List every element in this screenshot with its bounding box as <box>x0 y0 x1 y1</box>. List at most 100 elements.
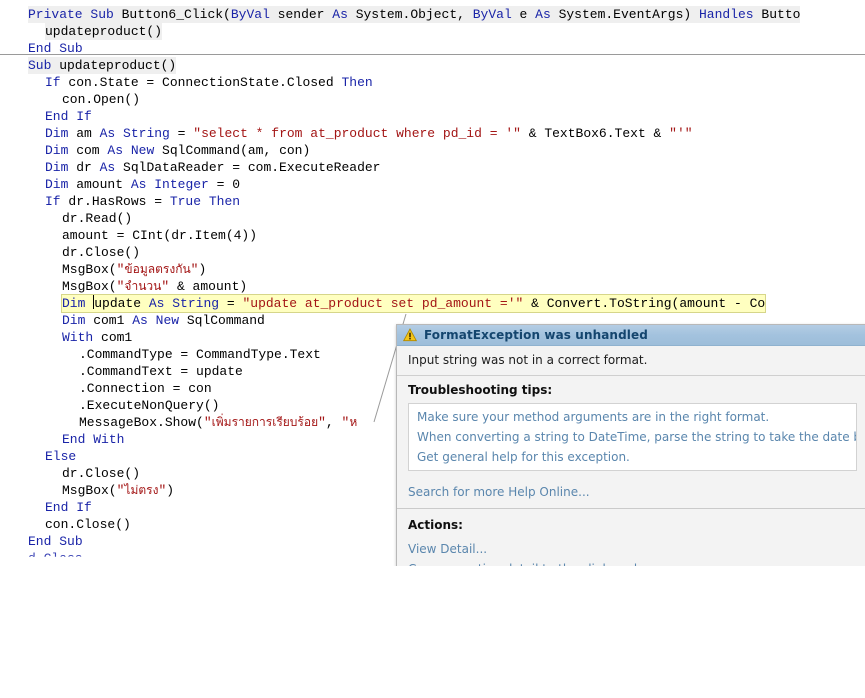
code-line[interactable]: If con.State = ConnectionState.Closed Th… <box>0 74 865 91</box>
code-line-content: amount = CInt(dr.Item(4)) <box>62 227 257 244</box>
code-token: String <box>123 126 170 141</box>
code-line[interactable]: Dim dr As SqlDataReader = com.ExecuteRea… <box>0 159 865 176</box>
search-help-online-link[interactable]: Search for more Help Online... <box>408 485 590 499</box>
code-line[interactable]: Dim amount As Integer = 0 <box>0 176 865 193</box>
troubleshooting-tip-link[interactable]: Make sure your method arguments are in t… <box>409 407 856 427</box>
code-token: Dim <box>45 126 69 141</box>
code-token: MsgBox( <box>62 483 117 498</box>
code-token: ) <box>198 262 207 277</box>
troubleshooting-tips-box[interactable]: Make sure your method arguments are in t… <box>408 403 857 471</box>
code-line[interactable]: MsgBox("จำนวน" & amount) <box>0 278 865 295</box>
code-token: ) <box>166 483 175 498</box>
code-token: As <box>535 7 551 22</box>
code-line[interactable]: MsgBox("ข้อมูลตรงกัน") <box>0 261 865 278</box>
code-line-content: updateproduct() <box>45 23 163 40</box>
code-token: dr.HasRows = <box>60 194 170 209</box>
code-token: If <box>76 109 92 124</box>
troubleshooting-tip-link[interactable]: When converting a string to DateTime, pa… <box>409 427 856 447</box>
code-token: End <box>45 109 69 124</box>
code-token: & amount) <box>169 279 248 294</box>
code-token: .ExecuteNonQuery() <box>79 398 220 413</box>
code-token: As <box>332 7 348 22</box>
view-detail-link[interactable]: View Detail... <box>408 539 857 559</box>
code-line[interactable]: Private Sub Button6_Click(ByVal sender A… <box>0 6 865 23</box>
code-token: , <box>325 415 342 430</box>
code-token: Dim <box>45 177 69 192</box>
code-token: Dim <box>62 296 94 311</box>
code-line-content: If dr.HasRows = True Then <box>45 193 240 210</box>
code-token: Private <box>28 7 83 22</box>
troubleshooting-section: Troubleshooting tips: <box>397 376 865 403</box>
code-line[interactable]: updateproduct() <box>0 23 865 40</box>
code-line[interactable]: dr.Read() <box>0 210 865 227</box>
code-line[interactable]: Dim com As New SqlCommand(am, con) <box>0 142 865 159</box>
code-line-content: Dim update As String = "update at_produc… <box>60 294 767 313</box>
exception-message: Input string was not in a correct format… <box>397 346 865 376</box>
code-line-content: Dim com1 As New SqlCommand <box>62 312 265 329</box>
code-token: End <box>62 432 86 447</box>
code-token: & TextBox6.Text & <box>520 126 670 141</box>
code-token: ข้อมูลตรงกัน <box>124 262 191 276</box>
code-line-content: .Connection = con <box>79 380 212 397</box>
code-token: With <box>93 432 125 447</box>
code-token: d Class <box>28 551 83 566</box>
code-token: If <box>76 500 92 515</box>
code-line[interactable]: Sub updateproduct() <box>0 57 865 74</box>
troubleshooting-label: Troubleshooting tips: <box>408 383 553 397</box>
code-line-content: End If <box>45 499 92 516</box>
code-line-content: End With <box>62 431 124 448</box>
code-line-content: With com1 <box>62 329 132 346</box>
code-token: If <box>45 194 61 209</box>
code-line[interactable]: Dim update As String = "update at_produc… <box>0 294 865 313</box>
code-token: SqlCommand(am, con) <box>154 143 311 158</box>
code-token: " <box>161 279 170 294</box>
code-line-content: dr.Close() <box>62 244 140 261</box>
code-token: dr <box>68 160 100 175</box>
code-token: ห <box>349 415 358 429</box>
code-token: SqlCommand <box>179 313 265 328</box>
code-token: As <box>148 296 165 311</box>
code-token: Integer <box>154 177 209 192</box>
code-token: ByVal <box>472 7 512 22</box>
code-token: Handles <box>699 7 754 22</box>
code-token: Sub <box>28 58 52 73</box>
code-token: "select * from at_product where pd_id = … <box>193 126 521 141</box>
code-token: As <box>99 160 116 175</box>
code-line[interactable]: dr.Close() <box>0 244 865 261</box>
code-line-content: MsgBox("จำนวน" & amount) <box>62 278 247 295</box>
code-line[interactable]: If dr.HasRows = True Then <box>0 193 865 210</box>
search-help-online-row[interactable]: Search for more Help Online... <box>397 477 865 509</box>
code-token: Else <box>45 449 77 464</box>
code-token: con.Close() <box>45 517 131 532</box>
code-line[interactable]: amount = CInt(dr.Item(4)) <box>0 227 865 244</box>
code-token: MsgBox( <box>62 262 117 277</box>
code-token: MessageBox.Show( <box>79 415 204 430</box>
code-token: "update at_product set pd_amount ='" <box>242 296 524 311</box>
code-token: Dim <box>45 160 69 175</box>
code-line[interactable]: End If <box>0 108 865 125</box>
troubleshooting-tip-link[interactable]: Get general help for this exception. <box>409 447 856 467</box>
code-token: If <box>45 75 61 90</box>
code-token: & Convert.ToString(amount - Co <box>523 296 766 311</box>
code-token: updateproduct() <box>45 24 163 39</box>
code-line[interactable]: con.Open() <box>0 91 865 108</box>
member-separator <box>0 54 865 55</box>
code-line-content: End Sub <box>28 533 83 550</box>
code-token: dr.Close() <box>62 466 141 481</box>
code-token: amount <box>68 177 131 192</box>
code-line-content: .ExecuteNonQuery() <box>79 397 219 414</box>
code-token: As <box>130 177 147 192</box>
code-line-content: If con.State = ConnectionState.Closed Th… <box>45 74 373 91</box>
code-token: con.Open() <box>62 92 141 107</box>
code-line[interactable]: Dim am As String = "select * from at_pro… <box>0 125 865 142</box>
code-line-content: Dim amount As Integer = 0 <box>45 176 240 193</box>
exception-helper-popup[interactable]: FormatException was unhandled Input stri… <box>396 324 865 591</box>
code-token: .CommandText = update <box>79 364 243 379</box>
code-token: " <box>203 415 212 430</box>
code-token: True <box>169 194 202 209</box>
code-line-content: d Class <box>28 550 83 566</box>
